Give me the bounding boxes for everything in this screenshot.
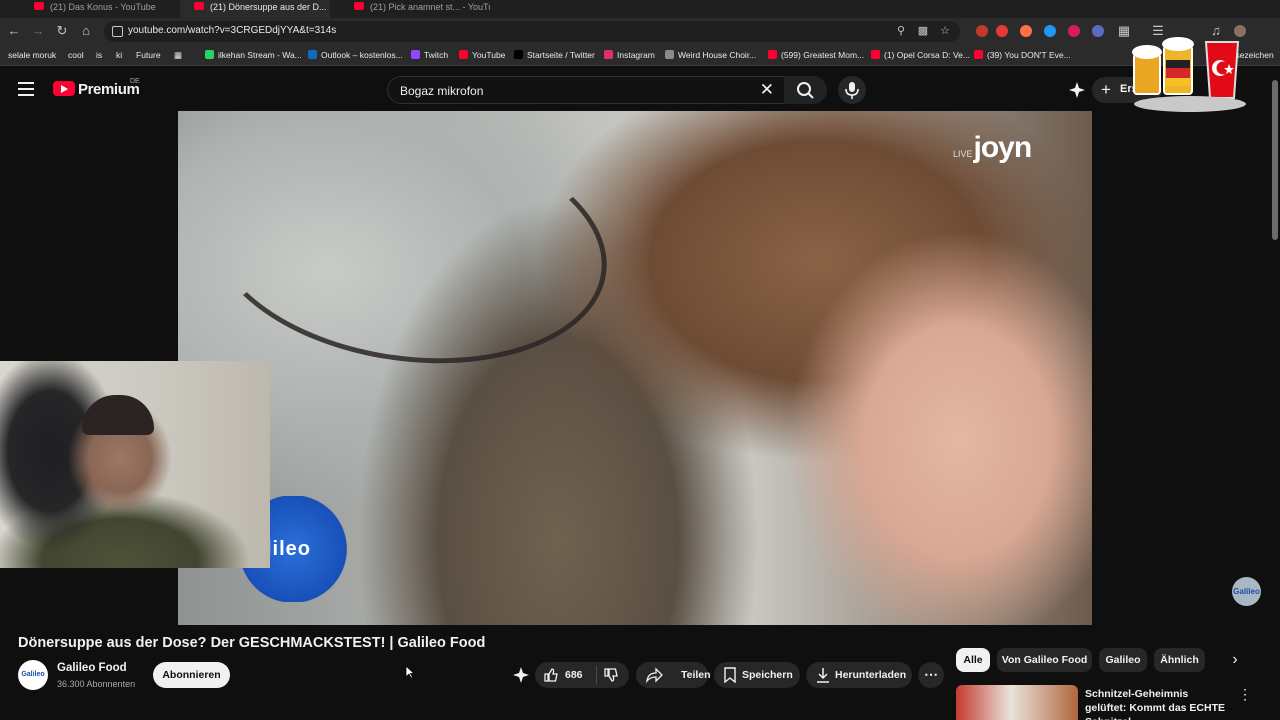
youtube-favicon-icon — [194, 2, 204, 10]
youtube-icon — [871, 50, 880, 59]
youtube-icon — [459, 50, 468, 59]
country-code: DE — [130, 78, 140, 85]
chip-similar[interactable]: Ähnlich — [1154, 648, 1205, 672]
bookmark-save-icon — [724, 667, 736, 683]
bookmark-folder[interactable]: is — [96, 50, 102, 60]
extension-icon[interactable] — [1020, 25, 1032, 37]
forward-arrow-icon[interactable]: → — [28, 21, 48, 41]
bookmark-link[interactable]: Twitch — [411, 50, 448, 60]
back-arrow-icon[interactable]: ← — [4, 21, 24, 41]
extension-icon[interactable] — [1068, 25, 1080, 37]
plus-icon: + — [1101, 80, 1111, 99]
bookmark-link[interactable]: (1) Opel Corsa D: Ve... — [871, 50, 970, 60]
twitch-icon — [411, 50, 420, 59]
save-button[interactable]: Speichern — [714, 662, 800, 688]
voice-search-button[interactable] — [838, 76, 866, 104]
channel-name[interactable]: Galileo Food — [57, 662, 127, 674]
bookmark-folder[interactable]: ki — [116, 50, 122, 60]
subscribe-button[interactable]: Abonnieren — [153, 662, 230, 688]
bookmark-star-icon[interactable]: ☆ — [938, 24, 952, 38]
download-icon — [817, 668, 829, 683]
search-input[interactable]: Bogaz mikrofon ✕ — [387, 76, 785, 104]
extension-icon[interactable] — [1092, 25, 1104, 37]
extension-icon[interactable] — [996, 25, 1008, 37]
apps-grid-icon[interactable]: ▦ — [174, 50, 182, 61]
subscriber-count: 36.300 Abonnenten — [57, 679, 136, 689]
bookmark-link[interactable]: Weird House Choir... — [665, 50, 756, 60]
chip-from-channel[interactable]: Von Galileo Food — [997, 648, 1092, 672]
scrollbar-thumb[interactable] — [1272, 80, 1278, 240]
reload-icon[interactable]: ↻ — [52, 21, 72, 41]
bookmark-link[interactable]: Outlook – kostenlos... — [308, 50, 403, 60]
extension-icon[interactable] — [1044, 25, 1056, 37]
browser-tab[interactable]: (21) Das Konus - YouTube — [20, 0, 170, 18]
home-icon[interactable]: ⌂ — [76, 21, 96, 41]
chip-galileo[interactable]: Galileo — [1099, 648, 1147, 672]
recommended-video-thumbnail[interactable] — [956, 685, 1078, 720]
url-text[interactable]: youtube.com/watch?v=3CRGEDdjYYA&t=314s — [128, 25, 336, 36]
streamer-webcam-overlay — [0, 361, 270, 568]
sparkle-icon[interactable] — [1068, 81, 1086, 99]
share-arrow-icon — [646, 667, 663, 683]
x-twitter-icon — [514, 50, 523, 59]
more-vertical-icon[interactable]: ⋮ — [1238, 686, 1252, 704]
browser-tab[interactable]: (21) Pick anamnet st... - YouTube — [340, 0, 490, 18]
zoom-icon[interactable]: ⚲ — [894, 24, 908, 38]
recommended-video-title[interactable]: Schnitzel-Geheimnis gelüftet: Kommt das … — [1085, 687, 1225, 720]
dislike-thumb-down-icon[interactable] — [603, 667, 619, 683]
bookmark-folder[interactable]: cool — [68, 50, 84, 60]
bookmark-link[interactable]: YouTube — [459, 50, 505, 60]
whatsapp-icon — [205, 50, 214, 59]
bookmark-link[interactable]: (599) Greatest Mom... — [768, 50, 864, 60]
share-button[interactable]: Teilen — [636, 662, 711, 688]
bookmark-folder[interactable]: Future — [136, 50, 161, 60]
bookmarks-bar: selale moruk cool is ki Future ▦ ilkehan… — [0, 44, 1280, 66]
site-settings-icon[interactable] — [112, 26, 123, 37]
bookmark-link[interactable]: (39) You DON'T Eve... — [974, 50, 1071, 60]
channel-floating-avatar[interactable]: Galileo — [1232, 577, 1261, 606]
bookmark-folder[interactable]: selale moruk — [8, 50, 56, 60]
video-frame-detail — [193, 111, 623, 388]
chip-all[interactable]: Alle — [956, 648, 990, 672]
cast-icon[interactable]: ▩ — [916, 24, 930, 38]
download-button[interactable]: Herunterladen — [806, 662, 912, 688]
clear-search-icon[interactable]: ✕ — [760, 80, 774, 100]
youtube-logo-icon[interactable] — [53, 81, 75, 96]
browser-tab-active[interactable]: (21) Dönersuppe aus der D... — [180, 0, 330, 18]
like-count[interactable]: 686 — [565, 662, 583, 688]
like-thumb-up-icon[interactable] — [543, 667, 559, 683]
microphone-icon — [845, 82, 859, 99]
outlook-icon — [308, 50, 317, 59]
instagram-icon — [604, 50, 613, 59]
video-player[interactable]: LIVEjoyn lileo — [178, 111, 1092, 625]
video-title: Dönersuppe aus der Dose? Der GESCHMACKST… — [18, 635, 486, 651]
browser-tab-strip: (21) Das Konus - YouTube (21) Dönersuppe… — [0, 0, 1280, 18]
chevron-right-icon[interactable]: › — [1225, 650, 1245, 670]
youtube-icon — [768, 50, 777, 59]
search-icon — [797, 82, 814, 99]
browser-toolbar: ← → ↻ ⌂ youtube.com/watch?v=3CRGEDdjYYA&… — [0, 18, 1280, 44]
youtube-masthead: Premium DE Bogaz mikrofon ✕ + Erst — [0, 67, 1280, 111]
like-dislike-group: 686 — [535, 662, 629, 688]
address-bar[interactable]: youtube.com/watch?v=3CRGEDdjYYA&t=314s ⚲… — [104, 21, 960, 42]
youtube-icon — [974, 50, 983, 59]
bookmark-link[interactable]: ilkehan Stream - Wa... — [205, 50, 302, 60]
youtube-favicon-icon — [354, 2, 364, 10]
bookmark-link[interactable]: Startseite / Twitter — [514, 50, 595, 60]
mouse-cursor-icon — [405, 665, 415, 679]
bookmark-link[interactable]: Instagram — [604, 50, 655, 60]
like-divider — [596, 666, 597, 684]
menu-hamburger-icon[interactable] — [18, 82, 34, 96]
ask-sparkle-icon[interactable] — [512, 666, 530, 684]
audio-wave-icon — [665, 50, 674, 59]
search-button[interactable] — [784, 76, 827, 104]
joyn-watermark: LIVEjoyn — [953, 131, 1032, 164]
youtube-favicon-icon — [34, 2, 44, 10]
webcam-person — [82, 395, 154, 435]
channel-avatar[interactable]: Galileo — [18, 660, 48, 690]
search-query-text[interactable]: Bogaz mikrofon — [400, 84, 483, 98]
extension-icon[interactable] — [976, 25, 988, 37]
more-actions-icon[interactable]: ⋯ — [918, 662, 944, 688]
beer-and-tea-sticker-icon — [1132, 37, 1246, 112]
